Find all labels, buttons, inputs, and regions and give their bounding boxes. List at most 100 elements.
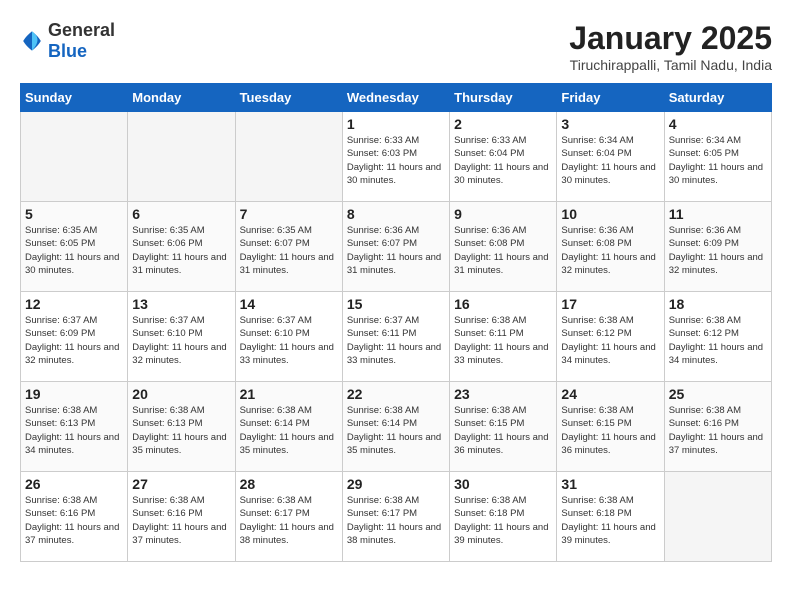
calendar-body: 1 Sunrise: 6:33 AM Sunset: 6:03 PM Daylig… [21,112,772,562]
header-day-thursday: Thursday [450,84,557,112]
day-info: Sunrise: 6:34 AM Sunset: 6:04 PM Dayligh… [561,134,659,187]
calendar-cell: 29 Sunrise: 6:38 AM Sunset: 6:17 PM Dayli… [342,472,449,562]
day-number: 7 [240,206,338,222]
day-number: 14 [240,296,338,312]
calendar-week-3: 12 Sunrise: 6:37 AM Sunset: 6:09 PM Dayli… [21,292,772,382]
day-number: 16 [454,296,552,312]
day-number: 5 [25,206,123,222]
day-number: 2 [454,116,552,132]
day-info: Sunrise: 6:37 AM Sunset: 6:10 PM Dayligh… [132,314,230,367]
page-header: General Blue January 2025 Tiruchirappall… [20,20,772,73]
day-info: Sunrise: 6:35 AM Sunset: 6:06 PM Dayligh… [132,224,230,277]
day-number: 18 [669,296,767,312]
calendar-cell: 21Sunrise: 6:38 AM Sunset: 6:14 PM Dayli… [235,382,342,472]
calendar-cell [128,112,235,202]
day-number: 22 [347,386,445,402]
title-area: January 2025 Tiruchirappalli, Tamil Nadu… [569,20,772,73]
day-number: 29 [347,476,445,492]
day-number: 23 [454,386,552,402]
calendar-cell: 8Sunrise: 6:36 AM Sunset: 6:07 PM Daylig… [342,202,449,292]
calendar-week-5: 26 Sunrise: 6:38 AM Sunset: 6:16 PM Dayli… [21,472,772,562]
day-number: 19 [25,386,123,402]
calendar-title: January 2025 [569,20,772,57]
calendar-cell: 1 Sunrise: 6:33 AM Sunset: 6:03 PM Daylig… [342,112,449,202]
calendar-cell: 26 Sunrise: 6:38 AM Sunset: 6:16 PM Dayli… [21,472,128,562]
day-info: Sunrise: 6:38 AM Sunset: 6:17 PM Dayligh… [347,494,445,547]
calendar-cell: 24 Sunrise: 6:38 AM Sunset: 6:15 PM Dayli… [557,382,664,472]
calendar-cell: 13 Sunrise: 6:37 AM Sunset: 6:10 PM Dayli… [128,292,235,382]
calendar-table: SundayMondayTuesdayWednesdayThursdayFrid… [20,83,772,562]
logo-general-text: General Blue [48,20,115,62]
day-number: 30 [454,476,552,492]
day-number: 25 [669,386,767,402]
calendar-week-1: 1 Sunrise: 6:33 AM Sunset: 6:03 PM Daylig… [21,112,772,202]
calendar-cell: 7 Sunrise: 6:35 AM Sunset: 6:07 PM Daylig… [235,202,342,292]
calendar-cell: 3 Sunrise: 6:34 AM Sunset: 6:04 PM Daylig… [557,112,664,202]
day-number: 8 [347,206,445,222]
day-info: Sunrise: 6:33 AM Sunset: 6:04 PM Dayligh… [454,134,552,187]
calendar-subtitle: Tiruchirappalli, Tamil Nadu, India [569,57,772,73]
day-info: Sunrise: 6:35 AM Sunset: 6:05 PM Dayligh… [25,224,123,277]
day-number: 3 [561,116,659,132]
calendar-cell: 27Sunrise: 6:38 AM Sunset: 6:16 PM Dayli… [128,472,235,562]
header-day-wednesday: Wednesday [342,84,449,112]
day-number: 26 [25,476,123,492]
calendar-cell [664,472,771,562]
calendar-cell: 20 Sunrise: 6:38 AM Sunset: 6:13 PM Dayli… [128,382,235,472]
day-number: 4 [669,116,767,132]
calendar-cell: 19 Sunrise: 6:38 AM Sunset: 6:13 PM Dayli… [21,382,128,472]
header-day-monday: Monday [128,84,235,112]
day-info: Sunrise: 6:38 AM Sunset: 6:14 PM Dayligh… [347,404,445,457]
calendar-cell: 2 Sunrise: 6:33 AM Sunset: 6:04 PM Daylig… [450,112,557,202]
calendar-cell: 14 Sunrise: 6:37 AM Sunset: 6:10 PM Dayli… [235,292,342,382]
calendar-cell: 15 Sunrise: 6:37 AM Sunset: 6:11 PM Dayli… [342,292,449,382]
day-info: Sunrise: 6:38 AM Sunset: 6:12 PM Dayligh… [561,314,659,367]
day-info: Sunrise: 6:37 AM Sunset: 6:11 PM Dayligh… [347,314,445,367]
day-number: 12 [25,296,123,312]
day-number: 24 [561,386,659,402]
day-number: 15 [347,296,445,312]
day-info: Sunrise: 6:36 AM Sunset: 6:09 PM Dayligh… [669,224,767,277]
calendar-cell: 31Sunrise: 6:38 AM Sunset: 6:18 PM Dayli… [557,472,664,562]
calendar-header-row: SundayMondayTuesdayWednesdayThursdayFrid… [21,84,772,112]
day-number: 27 [132,476,230,492]
day-number: 11 [669,206,767,222]
day-info: Sunrise: 6:37 AM Sunset: 6:09 PM Dayligh… [25,314,123,367]
calendar-cell: 10Sunrise: 6:36 AM Sunset: 6:08 PM Dayli… [557,202,664,292]
logo-icon [20,29,44,53]
day-number: 17 [561,296,659,312]
day-info: Sunrise: 6:35 AM Sunset: 6:07 PM Dayligh… [240,224,338,277]
day-info: Sunrise: 6:34 AM Sunset: 6:05 PM Dayligh… [669,134,767,187]
day-info: Sunrise: 6:38 AM Sunset: 6:14 PM Dayligh… [240,404,338,457]
calendar-cell: 5 Sunrise: 6:35 AM Sunset: 6:05 PM Daylig… [21,202,128,292]
header-day-sunday: Sunday [21,84,128,112]
day-number: 13 [132,296,230,312]
day-info: Sunrise: 6:38 AM Sunset: 6:15 PM Dayligh… [561,404,659,457]
day-info: Sunrise: 6:38 AM Sunset: 6:12 PM Dayligh… [669,314,767,367]
day-number: 10 [561,206,659,222]
day-number: 20 [132,386,230,402]
day-info: Sunrise: 6:37 AM Sunset: 6:10 PM Dayligh… [240,314,338,367]
day-number: 31 [561,476,659,492]
calendar-cell: 12 Sunrise: 6:37 AM Sunset: 6:09 PM Dayli… [21,292,128,382]
day-info: Sunrise: 6:38 AM Sunset: 6:16 PM Dayligh… [25,494,123,547]
day-number: 9 [454,206,552,222]
day-info: Sunrise: 6:36 AM Sunset: 6:08 PM Dayligh… [454,224,552,277]
calendar-cell: 16Sunrise: 6:38 AM Sunset: 6:11 PM Dayli… [450,292,557,382]
day-number: 28 [240,476,338,492]
day-info: Sunrise: 6:38 AM Sunset: 6:13 PM Dayligh… [132,404,230,457]
calendar-cell: 11 Sunrise: 6:36 AM Sunset: 6:09 PM Dayli… [664,202,771,292]
day-info: Sunrise: 6:38 AM Sunset: 6:17 PM Dayligh… [240,494,338,547]
day-number: 1 [347,116,445,132]
calendar-cell: 9 Sunrise: 6:36 AM Sunset: 6:08 PM Daylig… [450,202,557,292]
day-info: Sunrise: 6:33 AM Sunset: 6:03 PM Dayligh… [347,134,445,187]
day-info: Sunrise: 6:38 AM Sunset: 6:16 PM Dayligh… [669,404,767,457]
logo: General Blue [20,20,115,62]
calendar-cell: 22 Sunrise: 6:38 AM Sunset: 6:14 PM Dayli… [342,382,449,472]
calendar-cell [235,112,342,202]
calendar-cell: 18 Sunrise: 6:38 AM Sunset: 6:12 PM Dayli… [664,292,771,382]
day-info: Sunrise: 6:38 AM Sunset: 6:18 PM Dayligh… [454,494,552,547]
calendar-week-2: 5 Sunrise: 6:35 AM Sunset: 6:05 PM Daylig… [21,202,772,292]
day-info: Sunrise: 6:38 AM Sunset: 6:13 PM Dayligh… [25,404,123,457]
calendar-cell [21,112,128,202]
